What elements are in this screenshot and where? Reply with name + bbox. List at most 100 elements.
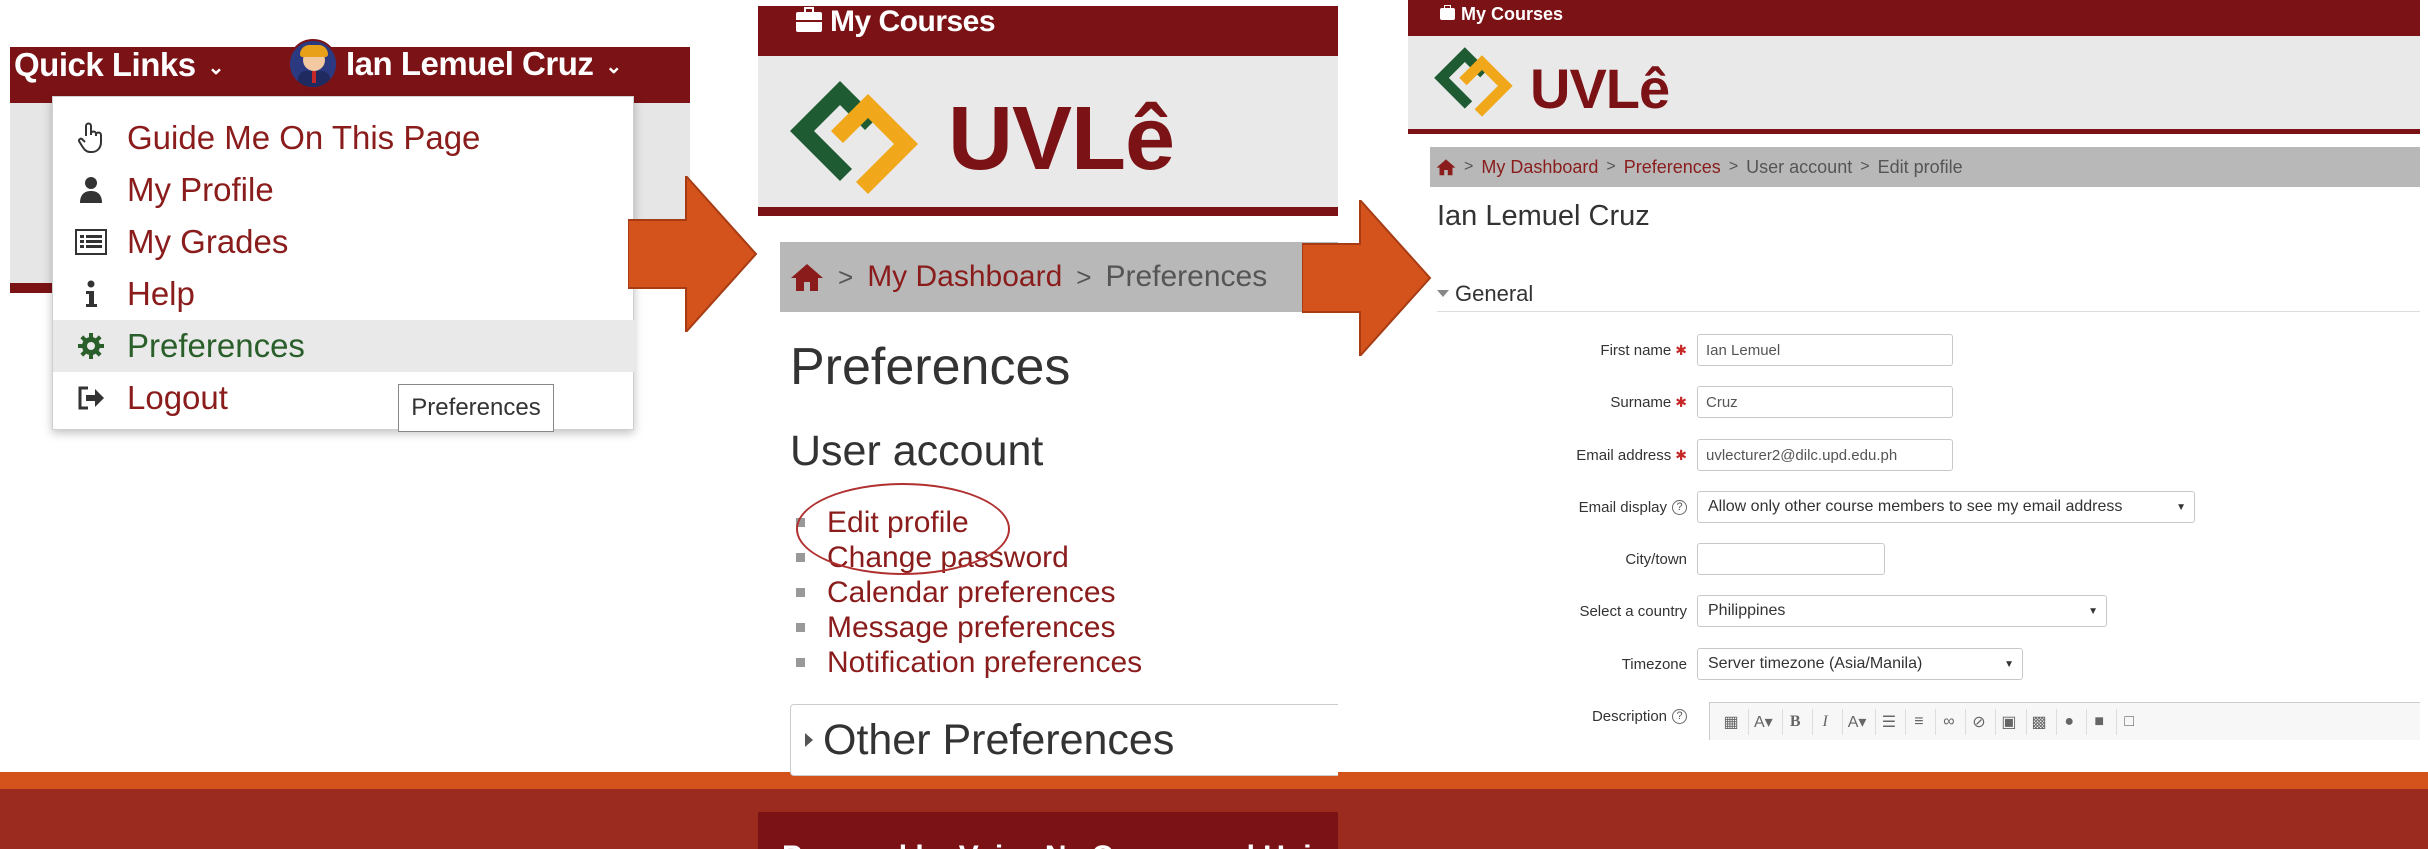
editor-toolbar: ▦ A▾ B I A▾ ☰ ≡ ∞ ⊘ ▣ ▩ ● ■ □ [1709,702,2420,740]
list-item: Notification preferences [796,645,1142,680]
uvle-logo-text: UVLê [1530,57,1670,120]
page-title: Preferences [790,338,1071,396]
breadcrumb-current: Preferences [1105,260,1268,293]
my-courses-menu[interactable]: My Courses [1440,0,1563,28]
hand-pointer-icon [71,122,111,154]
breadcrumb-separator: > [838,261,854,292]
footer: Powered by Voice Ne Core ... and Uni [758,812,1338,849]
uvle-logo-icon [790,81,918,194]
select-value: Allow only other course members to see m… [1708,498,2123,515]
breadcrumb-separator: > [1728,158,1739,175]
menu-item-preferences[interactable]: Preferences [53,320,635,372]
breadcrumb-preferences-link[interactable]: Preferences [1624,157,1721,178]
bullet-list-icon[interactable]: ☰ [1875,708,1901,735]
form-row-city: City/town [1437,541,2420,577]
quick-links-label: Quick Links [14,46,196,83]
caret-down-icon: ▼ [2088,605,2098,617]
help-icon[interactable]: ? [1672,499,1687,515]
briefcase-icon [1440,5,1455,20]
home-icon[interactable] [790,262,824,292]
country-select[interactable]: Philippines ▼ [1697,595,2107,627]
general-section-header[interactable]: General [1437,276,2420,312]
field-label: Description [1591,707,1667,725]
section-heading: User account [790,427,1044,475]
field-label: Timezone [1621,655,1687,673]
user-icon [71,176,111,204]
menu-item-my-grades[interactable]: My Grades [53,216,635,268]
notification-preferences-link[interactable]: Notification preferences [827,646,1142,680]
toolbar-toggle-icon[interactable]: ▦ [1718,709,1744,735]
video-icon[interactable]: ■ [2085,708,2112,735]
paste-icon[interactable]: □ [2115,708,2142,735]
italic-icon[interactable]: I [1811,708,1838,735]
field-label: Email address [1576,446,1672,464]
quick-links-menu[interactable]: Quick Links ⌄ [14,46,224,83]
general-label: General [1455,280,1534,306]
form-row-country: Select a country Philippines ▼ [1437,593,2420,629]
message-preferences-link[interactable]: Message preferences [827,611,1116,645]
my-courses-label: My Courses [1461,3,1564,24]
font-size-icon[interactable]: A▾ [1748,708,1778,735]
info-icon [71,280,111,308]
required-icon: ✱ [1675,341,1687,358]
caret-right-icon [805,733,813,747]
field-label: Select a country [1579,602,1687,620]
list-item: Calendar preferences [796,575,1142,610]
menu-item-label: My Grades [127,223,289,260]
highlight-circle [796,483,1010,575]
user-name: Ian Lemuel Cruz [346,45,594,82]
breadcrumb-user-account: User account [1746,156,1853,177]
footer-text: Powered by Voice Ne Core ... and Uni [782,840,1312,849]
link-icon[interactable]: ∞ [1935,708,1961,735]
email-display-select[interactable]: Allow only other course members to see m… [1697,491,2195,523]
form-row-email: Email address ✱ uvlecturer2@dilc.upd.edu.… [1437,437,2420,473]
menu-item-help[interactable]: Help [53,268,635,320]
microphone-icon[interactable]: ● [2055,708,2082,735]
menu-item-label: My Profile [127,171,274,208]
select-value: Server timezone (Asia/Manila) [1708,655,1923,672]
breadcrumb: > My Dashboard > Preferences > User acco… [1430,147,2420,187]
list-item: Message preferences [796,610,1142,645]
arrow-right-icon [628,176,758,332]
caret-down-icon: ▼ [2004,658,2014,670]
breadcrumb-separator: > [1860,158,1870,175]
briefcase-icon [796,7,822,32]
surname-field[interactable]: Cruz [1697,386,1953,418]
menu-item-my-profile[interactable]: My Profile [53,164,635,216]
font-color-icon[interactable]: A▾ [1841,708,1872,735]
logout-icon [71,385,111,411]
breadcrumb-dashboard-link[interactable]: My Dashboard [1481,157,1598,178]
first-name-field[interactable]: Ian Lemuel [1697,334,1953,366]
form-row-email-display: Email display? Allow only other course m… [1437,489,2420,525]
user-dropdown-menu: Guide Me On This Page My Profile My Grad… [52,96,635,432]
city-field[interactable] [1697,543,1885,575]
email-field[interactable]: uvlecturer2@dilc.upd.edu.ph [1697,439,1953,471]
help-icon[interactable]: ? [1672,708,1687,724]
calendar-preferences-link[interactable]: Calendar preferences [827,576,1116,610]
my-courses-label: My Courses [830,5,996,38]
media-icon[interactable]: ▩ [2025,708,2052,735]
unlink-icon[interactable]: ⊘ [1965,708,1991,735]
other-preferences-label: Other Preferences [823,715,1175,764]
chevron-down-icon: ⌄ [605,55,622,78]
required-icon: ✱ [1675,446,1687,463]
home-icon[interactable] [1436,158,1456,176]
breadcrumb-dashboard-link[interactable]: My Dashboard [867,260,1062,294]
bold-icon[interactable]: B [1781,708,1808,735]
user-menu[interactable]: Ian Lemuel Cruz ⌄ [288,39,622,89]
breadcrumb: > My Dashboard > Preferences [780,242,1338,312]
breadcrumb-separator: > [1606,158,1616,175]
image-icon[interactable]: ▣ [1995,708,2021,735]
my-courses-menu[interactable]: My Courses [796,5,996,38]
caret-down-icon: ▼ [2176,501,2186,513]
required-icon: ✱ [1675,393,1687,410]
field-label: First name [1600,341,1672,359]
timezone-select[interactable]: Server timezone (Asia/Manila) ▼ [1697,648,2023,680]
form-row-surname: Surname ✱ Cruz [1437,384,2420,420]
breadcrumb-separator: > [1076,261,1092,292]
numbered-list-icon[interactable]: ≡ [1905,708,1931,735]
menu-item-guide-me[interactable]: Guide Me On This Page [53,112,635,164]
other-preferences-section[interactable]: Other Preferences [790,704,1338,776]
menu-item-label: Guide Me On This Page [127,119,481,156]
uvle-logo-icon [1434,47,1513,117]
